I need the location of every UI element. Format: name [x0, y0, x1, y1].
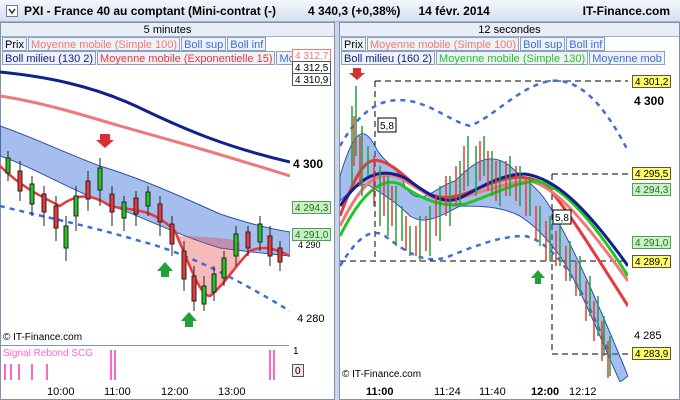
left-price-chart[interactable] — [0, 66, 290, 346]
last-price: 4 340,3 (+0,38%) — [308, 3, 401, 18]
legend-ema15[interactable]: Moyenne mobile (Exponentielle 15) — [97, 51, 276, 65]
right-legend-row2: Boll milieu (160 2) Moyenne mobile (Simp… — [341, 51, 666, 65]
left-pricebox-3: 4 294,3 — [292, 201, 332, 214]
instrument-name: PXI - France 40 au comptant (Mini-contra… — [24, 3, 277, 18]
left-legend-row2: Boll milieu (130 2) Moyenne mobile (Expo… — [2, 51, 299, 65]
right-legend-row1: Prix Moyenne mobile (Simple 100) Boll su… — [341, 37, 606, 51]
left-pricebox-2: 4 310,9 — [292, 73, 332, 86]
left-y-label-4290: 4 290 — [298, 240, 321, 250]
right-pricebox-5: 4 289,7 — [632, 255, 672, 268]
left-legend-row1: Prix Moyenne mobile (Simple 100) Boll su… — [2, 37, 267, 51]
left-time-1200: 12:00 — [161, 386, 189, 398]
right-y-label-4300: 4 300 — [634, 94, 665, 108]
right-price-chart[interactable]: 5,8 5,8 — [340, 66, 628, 382]
right-time-1140: 11:40 — [479, 386, 506, 398]
right-y-label-4285: 4 285 — [634, 330, 662, 342]
right-interval-label: 12 secondes — [340, 23, 679, 37]
right-time-1124: 11:24 — [434, 386, 461, 398]
left-time-1100: 11:00 — [104, 386, 131, 398]
legend-price-r[interactable]: Prix — [341, 37, 366, 51]
chevron-down-icon[interactable] — [5, 4, 19, 18]
right-pricebox-6: 4 283,9 — [632, 347, 672, 360]
left-time-1300: 13:00 — [218, 386, 246, 398]
left-interval-label: 5 minutes — [1, 23, 334, 37]
legend-boll-sup[interactable]: Boll sup — [181, 37, 227, 51]
right-time-1200: 12:00 — [531, 386, 560, 398]
up-arrow-icon-2 — [181, 312, 197, 327]
title-bar: PXI - France 40 au comptant (Mini-contra… — [0, 0, 680, 22]
legend-more-r[interactable]: Moyenne mob — [589, 51, 665, 65]
legend-boll-mid-r[interactable]: Boll milieu (160 2) — [341, 51, 436, 65]
legend-boll-inf-r[interactable]: Boll inf — [566, 37, 606, 51]
left-indicator-panel[interactable]: Signal Rebond SCG — [1, 345, 289, 380]
down-arrow-icon — [96, 134, 114, 148]
left-copyright: © IT-Finance.com — [3, 332, 83, 343]
indicator-scale-0: 0 — [292, 364, 304, 377]
annotation-text-1: 5,8 — [380, 121, 394, 132]
annotation-text-2: 5,8 — [555, 213, 569, 224]
right-pricebox-3: 4 294,3 — [632, 183, 672, 196]
right-pricebox-4: 4 291,0 — [632, 236, 672, 249]
right-down-arrow-icon — [349, 68, 365, 80]
legend-sma100-r[interactable]: Moyenne mobile (Simple 100) — [366, 37, 520, 51]
legend-boll-mid[interactable]: Boll milieu (130 2) — [2, 51, 97, 65]
indicator-signals — [4, 350, 275, 380]
right-up-arrow-icon — [531, 270, 545, 284]
right-annotation-2: 5,8 — [552, 209, 572, 225]
up-arrow-icon — [157, 262, 173, 277]
chart-date: 14 févr. 2014 — [418, 3, 490, 18]
brand-label: IT-Finance.com — [582, 4, 670, 18]
right-pricebox-1: 4 301,2 — [632, 75, 672, 88]
right-time-1100: 11:00 — [366, 386, 394, 398]
legend-sma130-r[interactable]: Moyenne mobile (Simple 130) — [436, 51, 589, 65]
right-copyright: © IT-Finance.com — [342, 369, 422, 380]
left-y-label-4280: 4 280 — [297, 313, 325, 325]
left-y-label-4300: 4 300 — [293, 157, 324, 171]
legend-price[interactable]: Prix — [2, 37, 27, 51]
legend-boll-inf[interactable]: Boll inf — [227, 37, 267, 51]
indicator-scale-1: 1 — [293, 346, 299, 357]
left-time-1000: 10:00 — [47, 386, 75, 398]
legend-boll-sup-r[interactable]: Boll sup — [520, 37, 566, 51]
right-time-1212: 12:12 — [569, 386, 597, 398]
right-pricebox-2: 4 295,5 — [632, 167, 672, 180]
legend-sma100[interactable]: Moyenne mobile (Simple 100) — [27, 37, 181, 51]
right-annotation-1: 5,8 — [377, 117, 397, 133]
